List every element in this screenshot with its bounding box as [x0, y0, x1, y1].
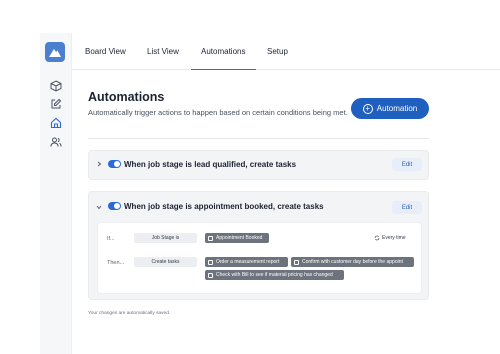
action-chip[interactable]: Create tasks	[134, 257, 197, 267]
repeat-icon	[374, 235, 380, 241]
automation-card: When job stage is appointment booked, cr…	[88, 191, 429, 300]
tab-setup[interactable]: Setup	[267, 33, 288, 70]
frequency-select[interactable]: Every time	[374, 235, 406, 241]
tab-bar: Board View List View Automations Setup	[72, 33, 500, 71]
task-chip[interactable]: Check with Bill to see if material prici…	[205, 270, 344, 280]
add-automation-button[interactable]: + Automation	[351, 98, 429, 119]
if-label: If...	[107, 236, 115, 242]
checklist-icon	[294, 259, 299, 265]
then-label: Then...	[107, 260, 125, 266]
condition-value-chip[interactable]: Appointment Booked	[205, 233, 269, 243]
plus-icon: +	[362, 103, 373, 114]
edit-icon[interactable]	[49, 97, 62, 110]
tab-board-view[interactable]: Board View	[85, 33, 126, 70]
page-title: Automations	[88, 90, 165, 104]
add-automation-label: Automation	[376, 104, 418, 113]
autosave-note: Your changes are automatically saved.	[88, 311, 171, 316]
edit-button[interactable]: Edit	[392, 201, 422, 214]
automation-card: When job stage is lead qualified, create…	[88, 150, 429, 180]
automation-card-header[interactable]: When job stage is appointment booked, cr…	[89, 192, 428, 220]
tab-automations[interactable]: Automations	[190, 33, 258, 71]
enabled-toggle[interactable]	[108, 160, 121, 168]
users-icon[interactable]	[49, 135, 62, 148]
cube-icon[interactable]	[49, 79, 62, 92]
calendar-icon	[208, 235, 213, 241]
header-divider	[88, 138, 429, 139]
enabled-toggle[interactable]	[108, 202, 121, 210]
task-chip[interactable]: Confirm with customer day before the app…	[291, 257, 414, 267]
condition-chip[interactable]: Job Stage is	[134, 233, 197, 243]
page-subtitle: Automatically trigger actions to happen …	[88, 108, 348, 117]
tab-list-view[interactable]: List View	[147, 33, 179, 70]
automation-rules: If... Job Stage is Appointment Booked Ev…	[97, 222, 422, 294]
checklist-icon	[208, 272, 213, 278]
task-chip[interactable]: Order a measurement report	[205, 257, 288, 267]
sidebar	[40, 33, 72, 354]
home-icon[interactable]	[49, 116, 62, 129]
edit-button[interactable]: Edit	[392, 158, 422, 171]
automation-card-header[interactable]: When job stage is lead qualified, create…	[89, 151, 428, 179]
checklist-icon	[208, 259, 213, 265]
mountain-logo-icon[interactable]	[45, 42, 65, 62]
automation-title: When job stage is lead qualified, create…	[124, 160, 297, 169]
chevron-down-icon[interactable]	[96, 204, 102, 210]
chevron-right-icon[interactable]	[96, 161, 102, 167]
automation-title: When job stage is appointment booked, cr…	[124, 202, 324, 211]
